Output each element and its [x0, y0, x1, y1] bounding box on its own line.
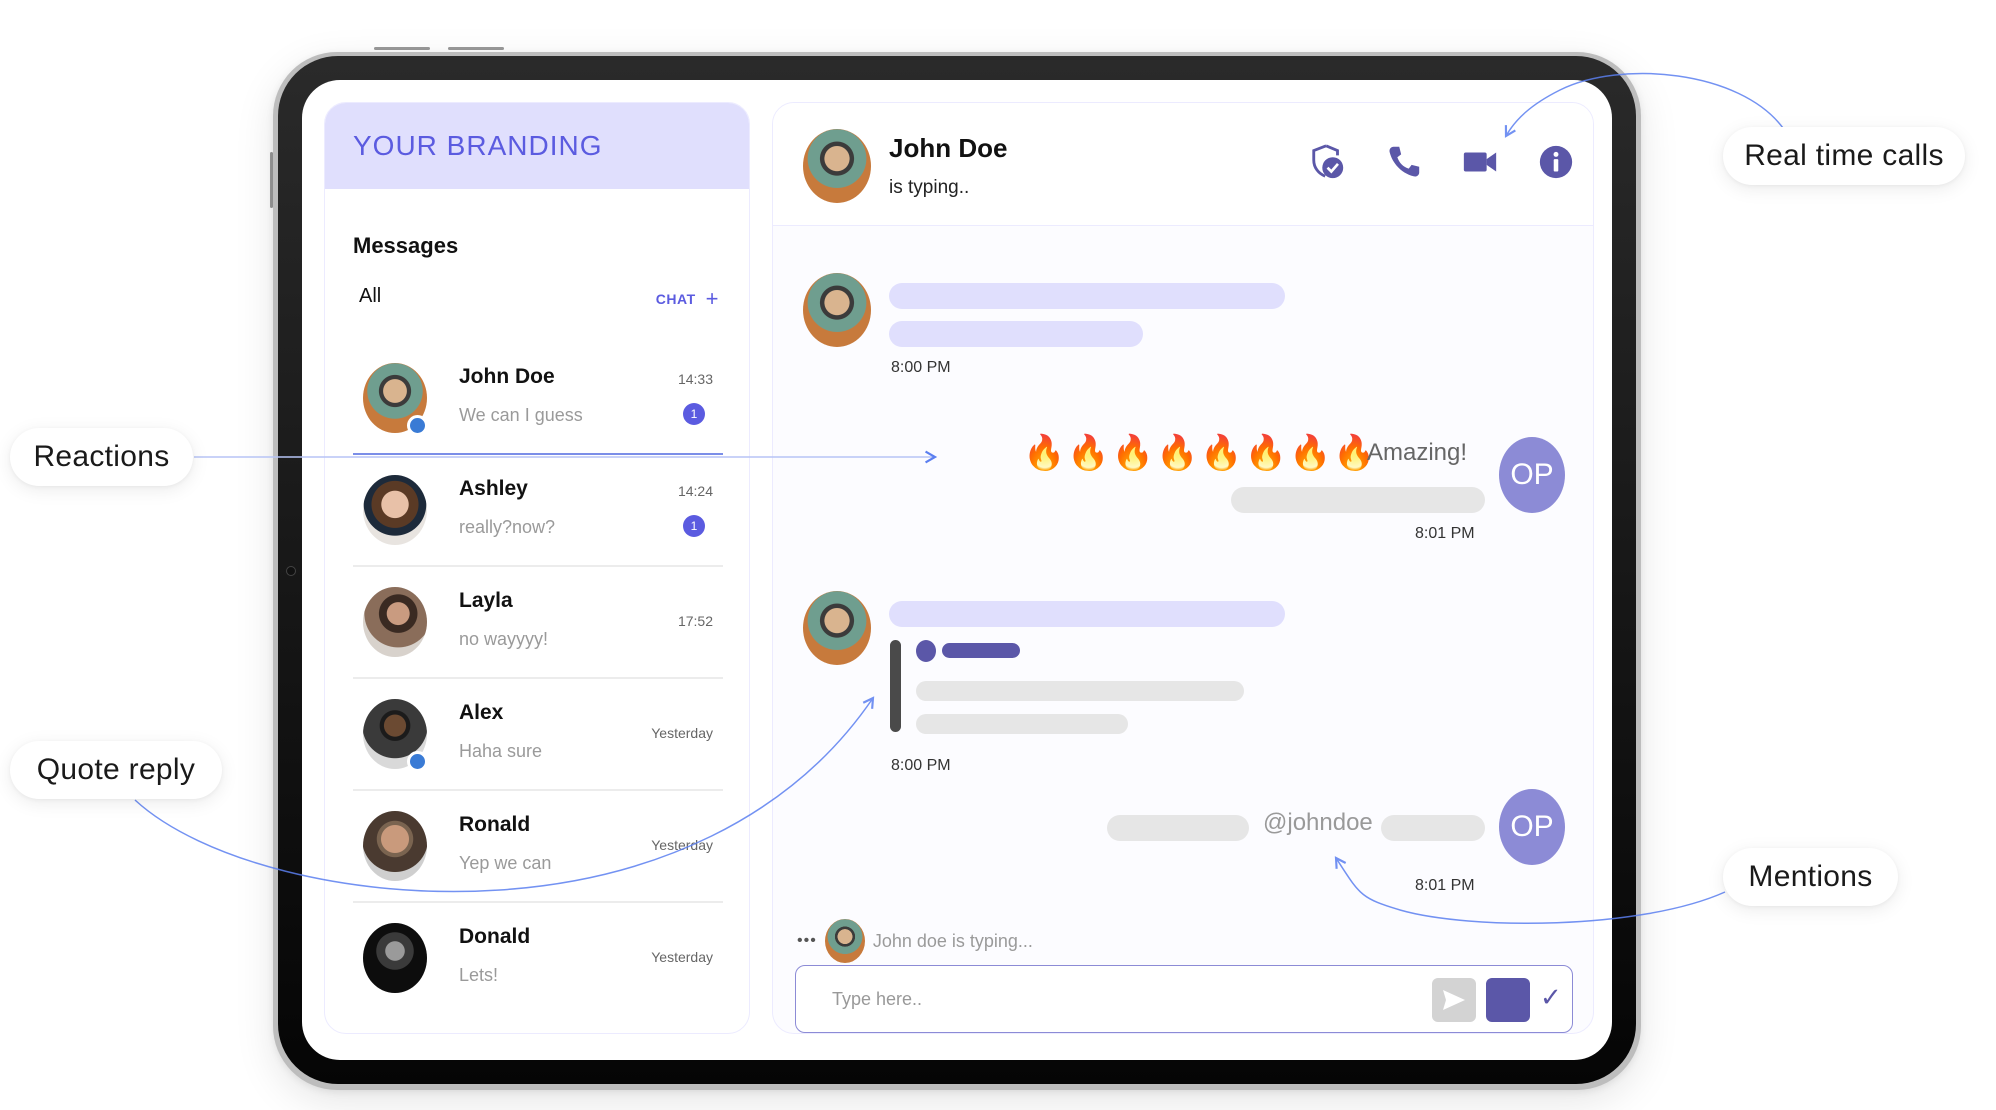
online-status-icon [407, 415, 428, 436]
branding-header: YOUR BRANDING [325, 103, 749, 189]
message-time: 8:00 PM [891, 359, 951, 376]
message-time: 8:00 PM [891, 757, 951, 774]
chat-panel: John Doe is typing.. 8:00 PM 🔥🔥🔥🔥🔥🔥🔥🔥 Am… [772, 102, 1594, 1034]
avatar [363, 811, 427, 881]
conversation-time: Yesterday [651, 725, 713, 741]
message-text: Amazing! [1367, 439, 1468, 466]
unread-badge: 1 [683, 515, 705, 537]
mention-link[interactable]: @johndoe [1263, 809, 1373, 837]
message-placeholder-line [889, 283, 1285, 309]
callout-real-time-calls: Real time calls [1723, 127, 1965, 185]
conversation-preview: no wayyyy! [459, 629, 549, 649]
conversation-list: John Doe We can I guess 14:33 1 Ashley r… [353, 343, 723, 1013]
header-actions [1309, 143, 1575, 181]
camera-icon [286, 566, 296, 576]
volume-button-1 [374, 47, 430, 50]
contact-status: is typing.. [889, 177, 970, 198]
message-time: 8:01 PM [1415, 525, 1475, 542]
conversation-item-ronald[interactable]: Ronald Yep we can Yesterday [353, 791, 723, 903]
typing-indicator: ••• John doe is typing... [797, 919, 1033, 963]
message-placeholder-line [889, 601, 1285, 627]
typing-avatar [824, 919, 865, 963]
avatar [363, 587, 427, 657]
conversation-preview: Yep we can [459, 853, 552, 873]
message-placeholder-line [1231, 487, 1485, 513]
sender-avatar [803, 273, 871, 347]
conversation-name: Alex [459, 701, 504, 724]
phone-icon[interactable] [1385, 143, 1423, 181]
conversation-time: 17:52 [677, 613, 713, 629]
conversation-name: Layla [459, 589, 513, 612]
message-placeholder-line [1381, 815, 1485, 841]
conversation-time: Yesterday [651, 949, 713, 965]
message-placeholder-line [889, 321, 1143, 347]
conversation-item-ashley[interactable]: Ashley really?now? 14:24 1 [353, 455, 723, 567]
conversation-time: 14:33 [677, 371, 713, 387]
quote-indicator [890, 640, 901, 732]
volume-button-2 [448, 47, 504, 50]
chat-header: John Doe is typing.. [773, 103, 1593, 226]
new-chat-label: CHAT [655, 291, 696, 307]
unread-badge: 1 [683, 403, 705, 425]
plus-icon: + [705, 286, 719, 311]
quoted-text-line [916, 714, 1128, 734]
conversation-item-john-doe[interactable]: John Doe We can I guess 14:33 1 [353, 343, 723, 455]
conversation-item-donald[interactable]: Donald Lets! Yesterday [353, 903, 723, 1013]
avatar [363, 475, 427, 545]
sender-avatar [803, 591, 871, 665]
attachment-button[interactable] [1486, 978, 1530, 1022]
tablet-screen: YOUR BRANDING Messages All CHAT + John D… [302, 80, 1612, 1060]
conversation-item-alex[interactable]: Alex Haha sure Yesterday [353, 679, 723, 791]
conversation-preview: Lets! [459, 965, 499, 985]
new-chat-button[interactable]: CHAT + [655, 286, 719, 311]
op-avatar: OP [1499, 437, 1565, 513]
video-camera-icon[interactable] [1461, 143, 1499, 181]
callout-mentions: Mentions [1723, 848, 1898, 906]
callout-quote-reply: Quote reply [10, 741, 222, 799]
message-composer: ✓ [795, 965, 1573, 1033]
message-time: 8:01 PM [1415, 877, 1475, 894]
send-icon [1443, 990, 1465, 1010]
contact-name: John Doe [889, 133, 1008, 163]
typing-text: John doe is typing... [872, 930, 1033, 951]
conversation-preview: really?now? [459, 517, 556, 537]
avatar [363, 923, 427, 993]
op-avatar: OP [1499, 789, 1565, 865]
typing-dots-icon: ••• [797, 932, 817, 949]
message-placeholder-line [1107, 815, 1249, 841]
quoted-text-line [916, 681, 1244, 701]
check-button[interactable]: ✓ [1540, 982, 1562, 1013]
info-icon[interactable] [1537, 143, 1575, 181]
conversation-preview: Haha sure [459, 741, 543, 761]
conversation-name: Donald [459, 925, 531, 948]
conversation-item-layla[interactable]: Layla no wayyyy! 17:52 [353, 567, 723, 679]
conversations-sidebar: YOUR BRANDING Messages All CHAT + John D… [324, 102, 750, 1034]
messages-title: Messages [353, 233, 459, 258]
conversation-preview: We can I guess [459, 405, 583, 425]
reaction-emojis[interactable]: 🔥🔥🔥🔥🔥🔥🔥🔥 [1023, 433, 1378, 473]
quoted-author-avatar [916, 640, 936, 662]
conversation-name: Ashley [459, 477, 528, 500]
filter-all-tab[interactable]: All [359, 285, 381, 308]
conversation-time: Yesterday [651, 837, 713, 853]
contact-avatar [803, 129, 871, 203]
brand-label: YOUR BRANDING [353, 130, 603, 161]
send-button[interactable] [1432, 978, 1476, 1022]
quoted-author-line [942, 643, 1020, 658]
online-status-icon [407, 751, 428, 772]
conversation-name: John Doe [459, 365, 555, 388]
message-input[interactable] [830, 980, 1394, 1018]
callout-reactions: Reactions [10, 428, 193, 486]
shield-check-icon[interactable] [1309, 143, 1347, 181]
conversation-name: Ronald [459, 813, 531, 836]
conversation-time: 14:24 [677, 483, 713, 499]
